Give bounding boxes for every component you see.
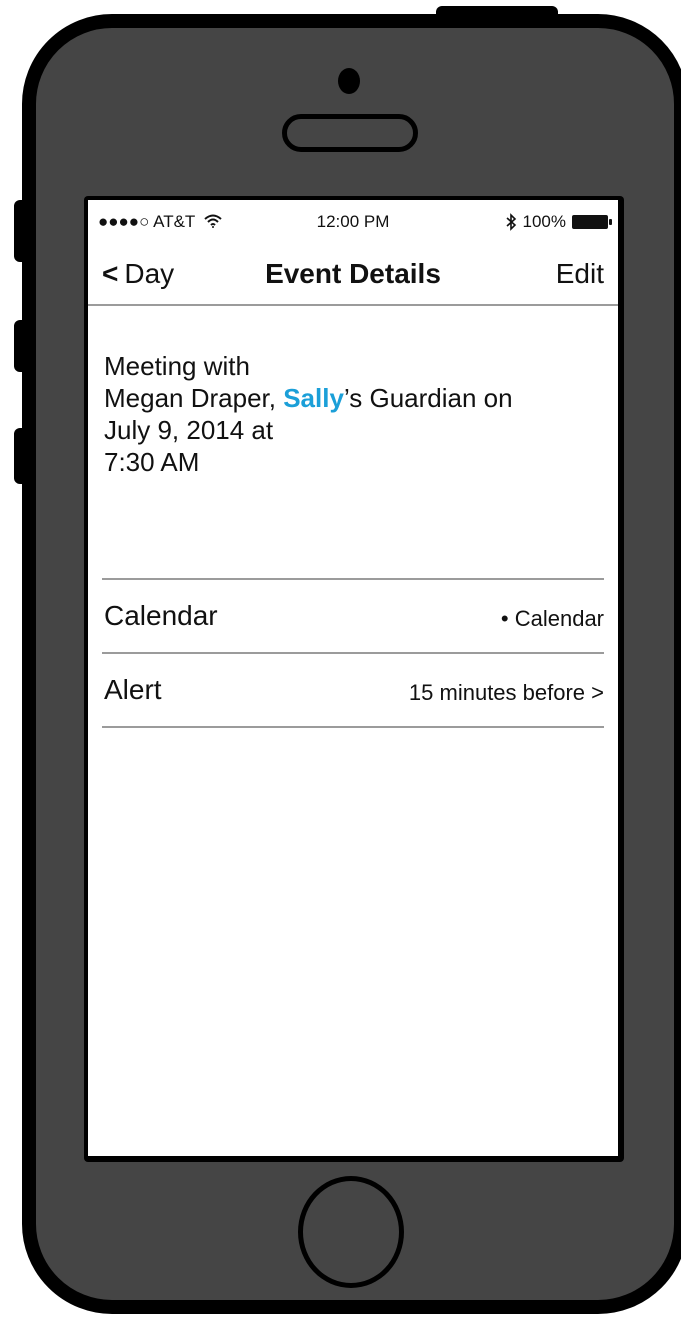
calendar-label: Calendar xyxy=(104,600,218,631)
phone-screen: ●●●●○ AT&T 12:00 PM 100% < Day Event Det… xyxy=(84,196,624,1162)
mute-switch xyxy=(14,200,28,262)
event-line-4: 7:30 AM xyxy=(104,447,200,477)
home-button[interactable] xyxy=(298,1176,404,1288)
navigation-bar: < Day Event Details Edit xyxy=(88,244,618,306)
guardian-name: Megan Draper, xyxy=(104,383,284,413)
event-line-2: Megan Draper, Sally’s Guardian on xyxy=(104,382,614,414)
guardian-suffix: ’s Guardian on xyxy=(343,383,513,413)
student-link[interactable]: Sally xyxy=(283,383,344,413)
bluetooth-icon xyxy=(505,213,516,231)
calendar-value: • Calendar xyxy=(500,606,604,631)
front-camera xyxy=(338,68,360,94)
canvas: ●●●●○ AT&T 12:00 PM 100% < Day Event Det… xyxy=(0,0,681,1325)
edit-button[interactable]: Edit xyxy=(556,258,604,290)
battery-percent: 100% xyxy=(522,212,566,231)
divider xyxy=(102,726,604,728)
alert-value: 15 minutes before > xyxy=(408,680,604,705)
alert-label: Alert xyxy=(104,674,162,705)
calendar-row[interactable]: Calendar • Calendar xyxy=(102,578,604,652)
status-right-group: 100% xyxy=(505,212,612,232)
volume-down-button xyxy=(14,428,28,484)
volume-up-button xyxy=(14,320,28,372)
event-line-3: July 9, 2014 at xyxy=(104,415,274,445)
earpiece-speaker xyxy=(282,114,418,152)
page-title: Event Details xyxy=(265,258,441,289)
screen-content: ●●●●○ AT&T 12:00 PM 100% < Day Event Det… xyxy=(88,200,618,1156)
battery-icon xyxy=(572,215,612,229)
status-bar: ●●●●○ AT&T 12:00 PM 100% xyxy=(88,200,618,244)
event-description: Meeting with Megan Draper, Sally’s Guard… xyxy=(104,350,614,478)
event-line-1: Meeting with xyxy=(104,351,250,381)
alert-row[interactable]: Alert 15 minutes before > xyxy=(102,652,604,726)
